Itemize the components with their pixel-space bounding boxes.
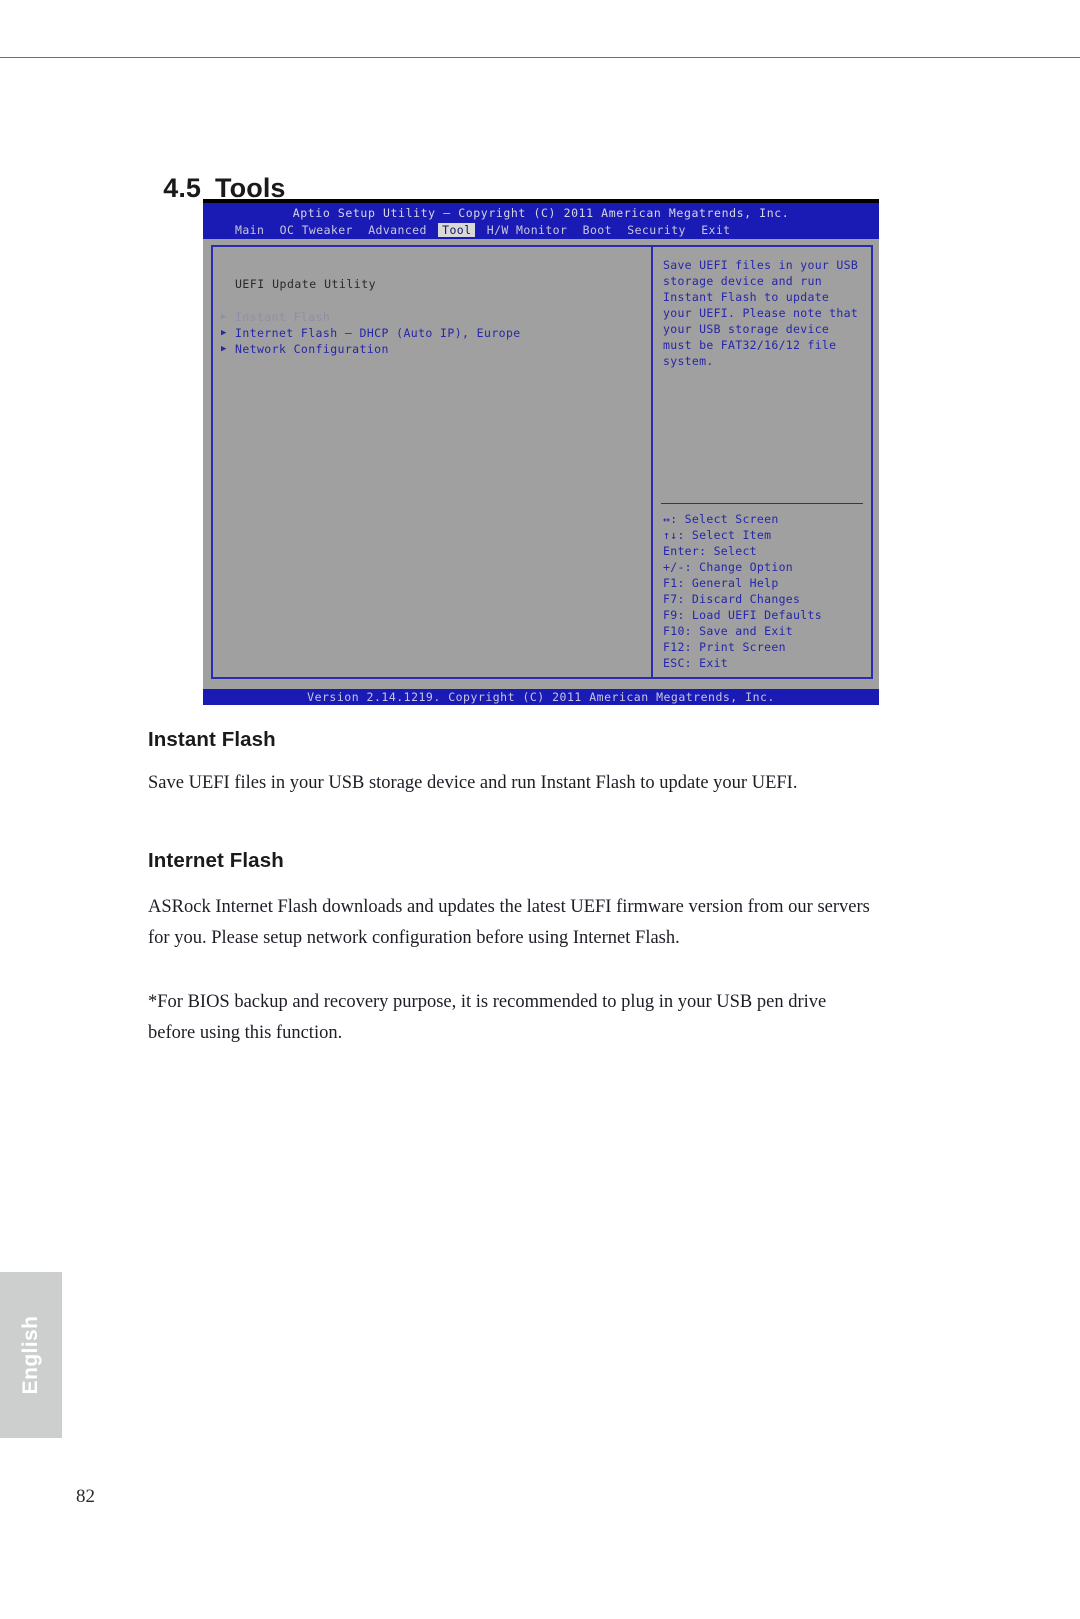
bios-menu-item-h-w-monitor[interactable]: H/W Monitor (483, 223, 572, 237)
bios-legend-line: F1: General Help (663, 576, 779, 590)
bios-menu-item-security[interactable]: Security (623, 223, 690, 237)
bios-footer-text: Version 2.14.1219. Copyright (C) 2011 Am… (203, 689, 879, 705)
bios-legend-line: +/-: Change Option (663, 560, 794, 574)
bios-legend-line: Enter: Select (663, 544, 757, 558)
bios-list-item[interactable]: ▶ Instant Flash (219, 309, 649, 325)
bios-title-text: Aptio Setup Utility – Copyright (C) 2011… (292, 206, 790, 220)
bios-list-item[interactable]: ▶ Network Configuration (219, 341, 649, 357)
bios-menu-item-oc-tweaker[interactable]: OC Tweaker (276, 223, 357, 237)
section-number: 4.5 (163, 173, 202, 203)
bios-help-panel: Save UEFI files in your USB storage devi… (653, 245, 873, 679)
bios-legend-line: ↑↓: Select Item (663, 528, 772, 542)
triangle-right-icon: ▶ (221, 328, 227, 338)
bios-menu-item-tool[interactable]: Tool (438, 223, 476, 237)
bios-key-legend: ↔: Select Screen ↑↓: Select Item Enter: Se… (663, 511, 865, 671)
bios-legend-line: F7: Discard Changes (663, 592, 801, 606)
paragraph-bios-backup-note: *For BIOS backup and recovery purpose, i… (148, 992, 827, 1043)
bios-help-text: Save UEFI files in your USB storage devi… (663, 258, 859, 368)
bios-item-list: ▶ Instant Flash ▶ Internet Flash – DHCP (Au… (219, 309, 649, 357)
bios-legend-line: F9: Load UEFI Defaults (663, 608, 822, 622)
page-title: 4.5 Tools (148, 142, 286, 204)
bios-help-divider (661, 503, 863, 504)
bios-menu-item-main[interactable]: Main (231, 223, 268, 237)
bios-menu-item-exit[interactable]: Exit (697, 223, 734, 237)
uefi-update-utility-label: UEFI Update Utility (235, 277, 377, 291)
bios-menu-item-boot[interactable]: Boot (579, 223, 616, 237)
language-tab: English (0, 1272, 62, 1438)
paragraph-internet-flash: ASRock Internet Flash downloads and upda… (148, 897, 870, 948)
heading-instant-flash: Instant Flash (148, 728, 276, 751)
bios-legend-line: ↔: Select Screen (663, 512, 779, 526)
page-number: 82 (76, 1486, 95, 1507)
heading-internet-flash: Internet Flash (148, 849, 284, 872)
bios-menu-bar[interactable]: Main OC Tweaker Advanced Tool H/W Monito… (203, 223, 879, 239)
triangle-right-icon: ▶ (221, 312, 227, 322)
bios-left-panel: UEFI Update Utility ▶ Instant Flash ▶ Inter… (211, 245, 653, 679)
language-tab-label: English (19, 1315, 42, 1395)
paragraph-instant-flash: Save UEFI files in your USB storage devi… (148, 773, 798, 793)
bios-menu-item-advanced[interactable]: Advanced (364, 223, 431, 237)
bios-list-item-label: Instant Flash (235, 310, 331, 324)
bios-legend-line: ESC: Exit (663, 656, 729, 670)
triangle-right-icon: ▶ (221, 344, 227, 354)
bios-legend-line: F12: Print Screen (663, 640, 786, 654)
bios-legend-line: F10: Save and Exit (663, 624, 794, 638)
bios-list-item-label: Internet Flash – DHCP (Auto IP), Europe (235, 326, 521, 340)
page-top-rule (0, 57, 1080, 58)
bios-list-item[interactable]: ▶ Internet Flash – DHCP (Auto IP), Europe (219, 325, 649, 341)
bios-body: UEFI Update Utility ▶ Instant Flash ▶ Inter… (203, 241, 879, 685)
bios-list-item-label: Network Configuration (235, 342, 389, 356)
bios-screenshot-figure: Aptio Setup Utility – Copyright (C) 2011… (203, 199, 879, 705)
